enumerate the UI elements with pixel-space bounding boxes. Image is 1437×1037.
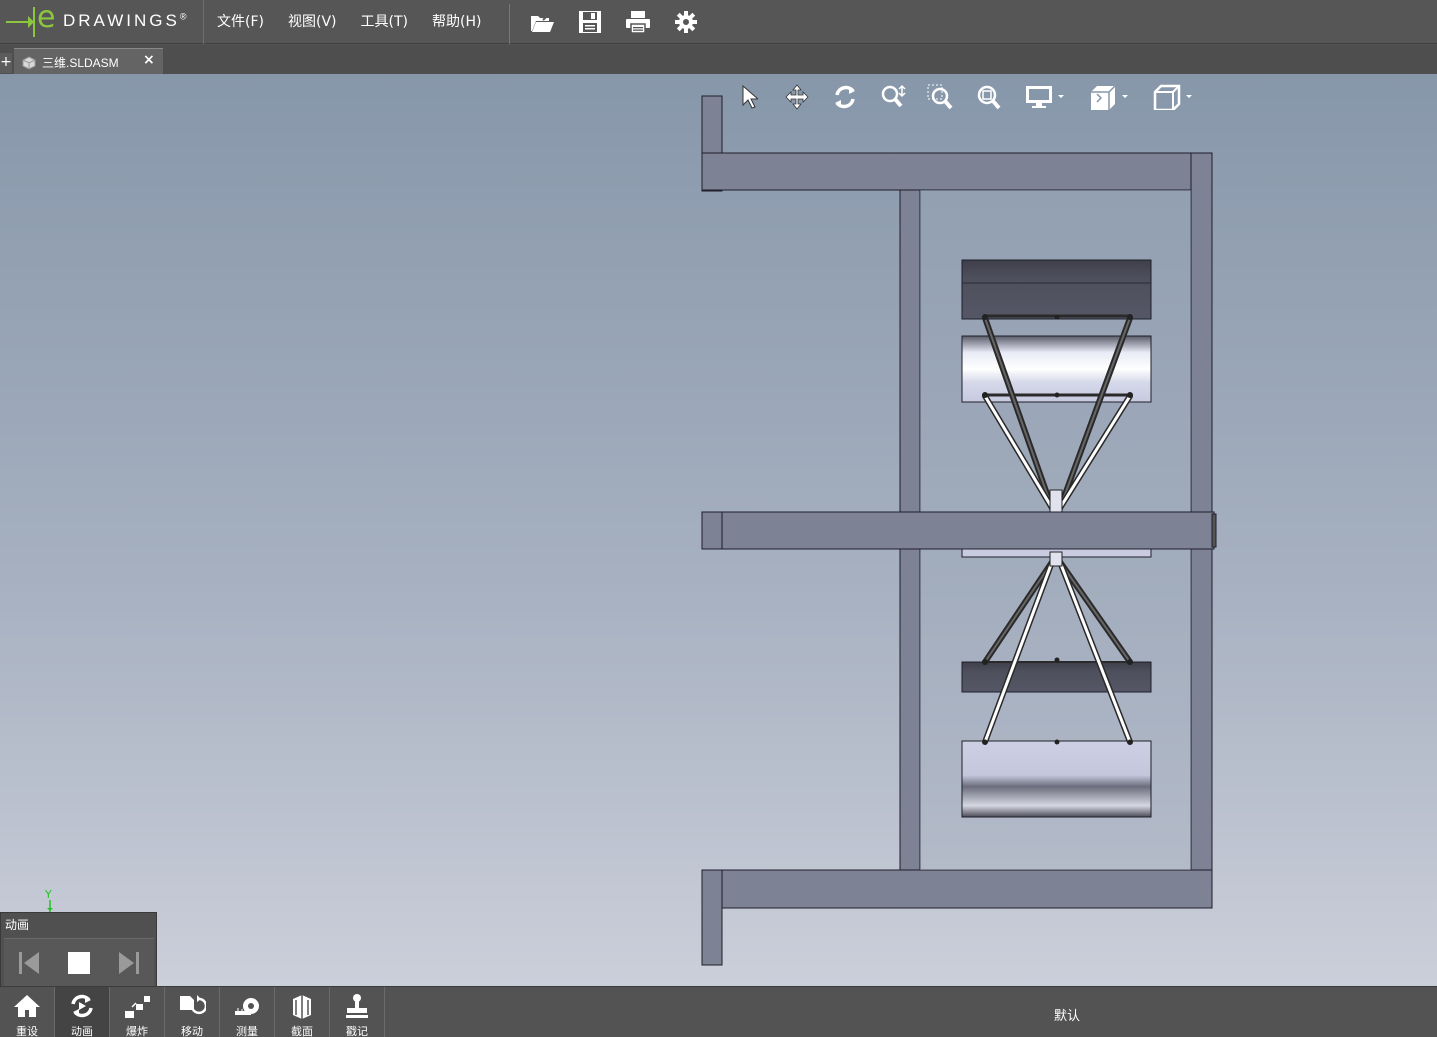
zoom-to-area-icon[interactable]: [917, 80, 965, 114]
measure-icon: [232, 992, 262, 1020]
stamp-icon: [342, 992, 372, 1020]
zoom-icon[interactable]: [869, 80, 917, 114]
section-button[interactable]: 截面: [275, 987, 330, 1037]
menu-help[interactable]: 帮助(H): [420, 0, 493, 44]
explode-icon: [122, 992, 152, 1020]
configuration-name[interactable]: 默认: [1054, 1005, 1080, 1024]
display-style-icon[interactable]: [1013, 80, 1077, 114]
logo-word: DRAWINGS®: [63, 11, 190, 30]
heads-up-toolbar: [725, 80, 1205, 114]
print-icon[interactable]: [614, 0, 662, 44]
next-icon[interactable]: [109, 943, 149, 983]
middle-beam: [701, 511, 1217, 550]
roller-lower-dark: [961, 661, 1152, 693]
animation-panel: 动画: [0, 912, 157, 987]
stamp-label: 戳记: [346, 1025, 368, 1037]
menu-file[interactable]: 文件(F): [205, 0, 276, 44]
stop-icon[interactable]: [59, 943, 99, 983]
graphics-viewport[interactable]: Y: [0, 74, 1437, 986]
explode-label: 爆炸: [126, 1025, 148, 1037]
animate-button[interactable]: 动画: [55, 987, 110, 1037]
reset-button[interactable]: 重设: [0, 987, 55, 1037]
axis-triad: Y: [38, 888, 68, 914]
bottom-toolbar: 重设 动画 爆炸 移动 测量 截面 戳记 默认: [0, 986, 1437, 1037]
open-icon[interactable]: [518, 0, 566, 44]
move-label: 移动: [181, 1025, 203, 1037]
move-button[interactable]: 移动: [165, 987, 220, 1037]
pan-icon[interactable]: [773, 80, 821, 114]
menu-divider: [509, 4, 510, 44]
home-icon: [12, 992, 42, 1020]
roller-top: [961, 259, 1152, 320]
animate-label: 动画: [71, 1025, 93, 1037]
menu-tools[interactable]: 工具(T): [349, 0, 420, 44]
section-label: 截面: [291, 1025, 313, 1037]
menu-bar: 文件(F) 视图(V) 工具(T) 帮助(H): [205, 0, 493, 44]
animation-panel-title: 动画: [5, 918, 30, 932]
assembly-model: [701, 95, 1217, 966]
menu-view[interactable]: 视图(V): [276, 0, 349, 44]
animation-controls: [4, 938, 154, 986]
measure-button[interactable]: 测量: [220, 987, 275, 1037]
file-toolbar: [518, 0, 710, 44]
close-icon[interactable]: ×: [143, 52, 155, 68]
zoom-to-fit-icon[interactable]: [965, 80, 1013, 114]
edrawings-logo: e DRAWINGS®: [0, 0, 204, 44]
standard-views-icon[interactable]: [1141, 80, 1205, 114]
animate-icon: [67, 992, 97, 1020]
tab-document[interactable]: 三维.SLDASM ×: [14, 48, 163, 74]
select-icon[interactable]: [725, 80, 773, 114]
move-icon: [177, 992, 207, 1020]
stamp-button[interactable]: 戳记: [330, 987, 385, 1037]
document-tab-bar: + 三维.SLDASM ×: [0, 45, 1437, 74]
top-menu-bar: e DRAWINGS® 文件(F) 视图(V) 工具(T) 帮助(H): [0, 0, 1437, 44]
assembly-icon: [21, 55, 37, 74]
view-orientation-icon[interactable]: [1077, 80, 1141, 114]
roller-bottom: [961, 740, 1152, 818]
save-icon[interactable]: [566, 0, 614, 44]
section-icon: [287, 992, 317, 1020]
tab-title: 三维.SLDASM: [42, 56, 119, 70]
reset-label: 重设: [16, 1025, 38, 1037]
explode-button[interactable]: 爆炸: [110, 987, 165, 1037]
add-tab-button[interactable]: +: [0, 53, 12, 73]
rotate-icon[interactable]: [821, 80, 869, 114]
logo-letter: e: [37, 0, 56, 35]
gear-icon[interactable]: [662, 0, 710, 44]
measure-label: 测量: [236, 1025, 258, 1037]
previous-icon[interactable]: [9, 943, 49, 983]
